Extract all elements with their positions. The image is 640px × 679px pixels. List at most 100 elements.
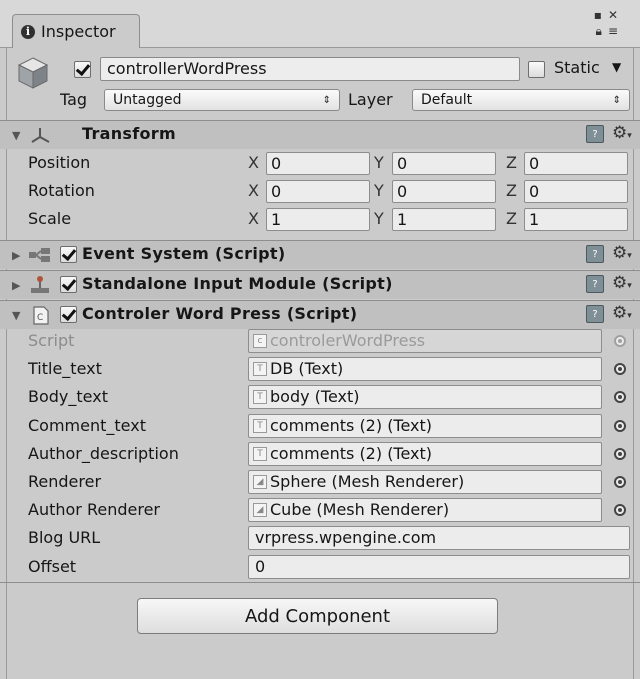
- object-picker-icon[interactable]: [614, 447, 626, 460]
- transform-position-y-field[interactable]: 0: [392, 152, 496, 175]
- transform-title: Transform: [82, 124, 176, 143]
- maximize-icon[interactable]: ▪: [594, 8, 602, 22]
- tag-dropdown[interactable]: Untagged ⇕: [104, 89, 340, 111]
- transform-axes-icon: [31, 128, 50, 143]
- fold-closed-icon[interactable]: ▶: [12, 279, 20, 292]
- object-picker-icon[interactable]: [614, 419, 626, 432]
- tag-label: Tag: [60, 90, 88, 109]
- comment-text-value: comments (2) (Text): [270, 415, 433, 435]
- inspector-titlebar: i Inspector ▪ ✕ 🔒︎ ≡: [0, 0, 640, 48]
- updown-arrow-icon: ⇕: [612, 94, 621, 106]
- gameobject-cube-icon: [17, 57, 49, 89]
- author-description-object-field[interactable]: Tcomments (2) (Text): [248, 441, 602, 466]
- event-system-enabled-checkbox[interactable]: [60, 246, 77, 263]
- blog-url-field[interactable]: vrpress.wpengine.com: [248, 526, 630, 551]
- transform-rotation-y-field[interactable]: 0: [392, 180, 496, 203]
- static-checkbox[interactable]: [528, 61, 545, 78]
- blog-url-label: Blog URL: [28, 528, 101, 548]
- gameobject-name-field[interactable]: controllerWordPress: [100, 57, 520, 81]
- text-component-icon: T: [253, 362, 267, 377]
- axis-y-label: Y: [374, 153, 384, 172]
- offset-field[interactable]: 0: [248, 554, 630, 579]
- transform-position-z-field[interactable]: 0: [524, 152, 628, 175]
- add-component-button[interactable]: Add Component: [137, 598, 498, 634]
- comment-text-object-field[interactable]: Tcomments (2) (Text): [248, 413, 602, 438]
- renderer-object-field[interactable]: ◢ Sphere (Mesh Renderer): [248, 470, 602, 494]
- fold-closed-icon[interactable]: ▶: [12, 249, 20, 262]
- layer-label: Layer: [348, 90, 393, 109]
- gear-icon[interactable]: ⚙▾: [612, 303, 632, 323]
- info-icon: i: [21, 24, 35, 39]
- standalone-input-header[interactable]: ▶ Standalone Input Module (Script) ? ⚙▾: [0, 271, 640, 299]
- controler-word-press-enabled-checkbox[interactable]: [60, 306, 77, 323]
- transform-position-x-field[interactable]: 0: [266, 152, 370, 175]
- layer-dropdown-value: Default: [421, 92, 473, 108]
- transform-scale-y-field[interactable]: 1: [392, 208, 496, 231]
- author-description-label: Author_description: [28, 443, 179, 463]
- help-book-icon[interactable]: ?: [586, 125, 604, 143]
- menu-icon[interactable]: ≡: [608, 24, 618, 39]
- transform-rotation-z-field[interactable]: 0: [524, 180, 628, 203]
- close-icon[interactable]: ✕: [608, 8, 618, 22]
- script-file-icon: C: [33, 306, 49, 325]
- gear-icon[interactable]: ⚙▾: [612, 123, 632, 143]
- controler-word-press-header[interactable]: ▼ C Controler Word Press (Script) ? ⚙▾: [0, 301, 640, 329]
- transform-rotation-label: Rotation: [28, 181, 95, 200]
- object-picker-icon: [614, 335, 626, 347]
- help-book-icon[interactable]: ?: [586, 245, 604, 263]
- text-component-icon: T: [253, 446, 267, 461]
- standalone-input-title: Standalone Input Module (Script): [82, 274, 393, 293]
- transform-rotation-x-field[interactable]: 0: [266, 180, 370, 203]
- window-controls: ▪ ✕ 🔒︎ ≡: [594, 8, 618, 39]
- svg-text:C: C: [37, 313, 43, 323]
- offset-label: Offset: [28, 556, 77, 576]
- gear-icon[interactable]: ⚙▾: [612, 273, 632, 293]
- object-picker-icon[interactable]: [614, 363, 626, 376]
- transform-position-label: Position: [28, 153, 91, 172]
- body-text-object-field[interactable]: Tbody (Text): [248, 385, 602, 410]
- event-system-header[interactable]: ▶ Event System (Script) ? ⚙▾: [0, 241, 640, 269]
- comment-text-label: Comment_text: [28, 415, 146, 435]
- script-asset-icon: c: [253, 334, 267, 348]
- axis-x-label: X: [248, 181, 259, 200]
- help-book-icon[interactable]: ?: [586, 305, 604, 323]
- gameobject-active-checkbox[interactable]: [74, 61, 91, 78]
- script-value: controlerWordPress: [270, 331, 426, 350]
- fold-open-icon[interactable]: ▼: [12, 309, 20, 322]
- axis-z-label: Z: [506, 181, 517, 200]
- tag-dropdown-value: Untagged: [113, 92, 182, 108]
- gear-icon[interactable]: ⚙▾: [612, 243, 632, 263]
- transform-scale-z-field[interactable]: 1: [524, 208, 628, 231]
- script-object-field: c controlerWordPress: [248, 329, 602, 353]
- layer-dropdown[interactable]: Default ⇕: [412, 89, 630, 111]
- axis-z-label: Z: [506, 209, 517, 228]
- mesh-renderer-icon: ◢: [253, 503, 267, 518]
- mesh-renderer-icon: ◢: [253, 475, 267, 489]
- axis-y-label: Y: [374, 209, 384, 228]
- object-picker-icon[interactable]: [614, 504, 626, 517]
- text-component-icon: T: [253, 418, 267, 433]
- help-book-icon[interactable]: ?: [586, 275, 604, 293]
- renderer-value: Sphere (Mesh Renderer): [270, 472, 465, 491]
- object-picker-icon[interactable]: [614, 476, 626, 488]
- event-system-icon: [29, 248, 50, 262]
- transform-header[interactable]: ▼ Transform ? ⚙▾: [0, 121, 640, 149]
- axis-y-label: Y: [374, 181, 384, 200]
- body-text-value: body (Text): [270, 387, 360, 407]
- title-text-value: DB (Text): [270, 359, 344, 379]
- title-text-object-field[interactable]: T DB (Text): [248, 357, 602, 382]
- static-dropdown-arrow-icon[interactable]: ▼: [612, 60, 621, 74]
- joystick-icon: [31, 276, 49, 293]
- controler-word-press-title: Controler Word Press (Script): [82, 304, 358, 323]
- static-label: Static: [554, 58, 600, 77]
- standalone-input-enabled-checkbox[interactable]: [60, 276, 77, 293]
- tab-inspector[interactable]: i Inspector: [12, 14, 140, 48]
- transform-scale-x-field[interactable]: 1: [266, 208, 370, 231]
- lock-icon[interactable]: 🔒︎: [596, 24, 602, 39]
- author-renderer-object-field[interactable]: ◢ Cube (Mesh Renderer): [248, 498, 602, 523]
- fold-open-icon[interactable]: ▼: [12, 129, 20, 142]
- updown-arrow-icon: ⇕: [322, 94, 331, 106]
- transform-scale-label: Scale: [28, 209, 72, 228]
- script-label: Script: [28, 331, 75, 350]
- object-picker-icon[interactable]: [614, 391, 626, 404]
